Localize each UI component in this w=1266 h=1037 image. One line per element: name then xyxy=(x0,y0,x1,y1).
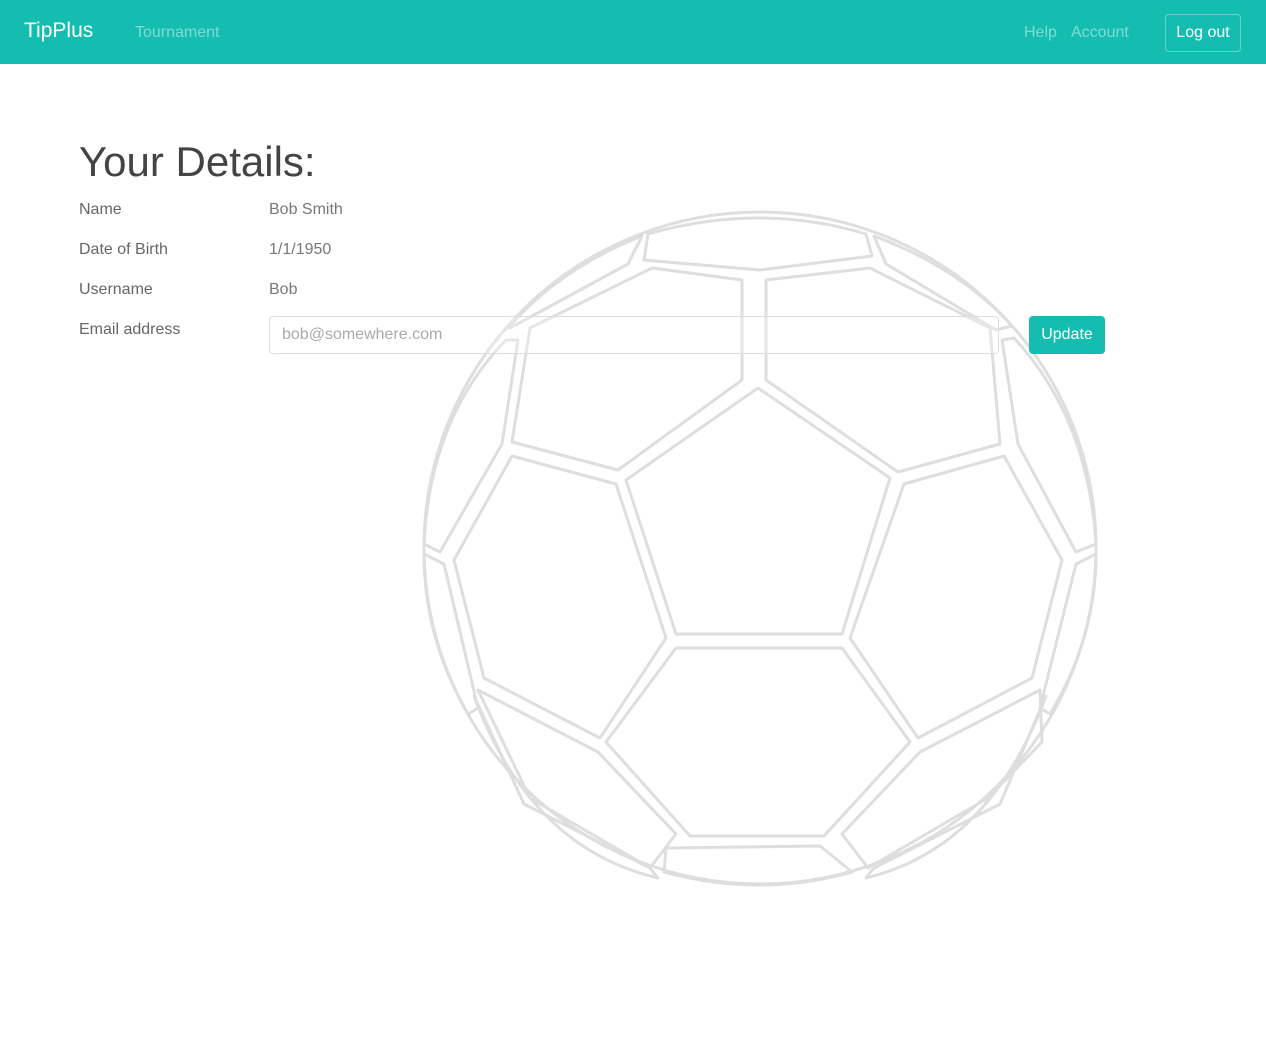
nav-link-help[interactable]: Help xyxy=(1024,24,1057,42)
update-email-button[interactable]: Update xyxy=(1029,316,1105,354)
email-label: Email address xyxy=(79,321,181,338)
username-value: Bob xyxy=(269,281,298,298)
soccer-ball-icon xyxy=(422,210,1098,887)
name-value: Bob Smith xyxy=(269,201,343,218)
name-label: Name xyxy=(79,201,122,218)
logout-button[interactable]: Log out xyxy=(1165,14,1241,52)
dob-value: 1/1/1950 xyxy=(269,241,332,258)
nav-link-tournament[interactable]: Tournament xyxy=(135,24,220,42)
page-title: Your Details: xyxy=(79,138,316,185)
brand-logo[interactable]: TipPlus xyxy=(24,19,93,43)
dob-label: Date of Birth xyxy=(79,241,168,258)
nav-link-account[interactable]: Account xyxy=(1071,24,1129,42)
username-label: Username xyxy=(79,281,153,298)
top-navbar: TipPlus Tournament Help Account Log out xyxy=(0,0,1266,64)
email-input[interactable] xyxy=(269,316,999,354)
